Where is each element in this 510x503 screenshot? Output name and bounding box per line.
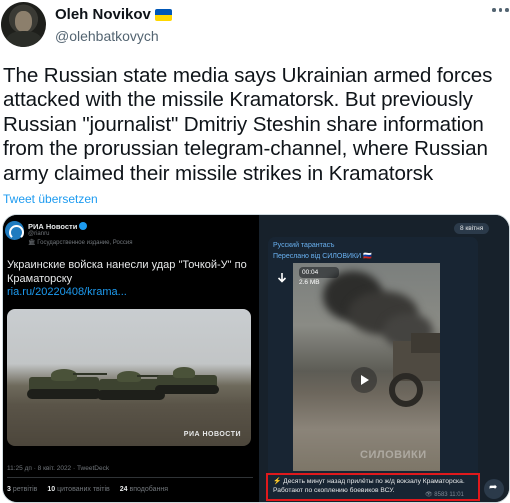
ria-tanks-photo: РИА НОВОСТИ xyxy=(7,309,251,446)
ukraine-flag-icon xyxy=(154,9,172,21)
tg-video-thumbnail: СИЛОВИКИ xyxy=(293,263,440,471)
ria-gov-label: 🏛 Государственное издание, Россия xyxy=(28,240,133,246)
avatar-face xyxy=(15,11,32,32)
share-icon xyxy=(484,479,504,499)
play-icon xyxy=(351,367,377,393)
avatar-body xyxy=(6,31,42,47)
tg-forwarded-from: Переслано від СИЛОВИКИ 🇷🇺 xyxy=(273,253,372,260)
tweet-media[interactable]: РИА Новости @rianru 🏛 Государственное из… xyxy=(2,214,510,503)
ria-stats: 3 ретвітів 10 цитованих твітів 24 вподоб… xyxy=(7,486,168,493)
ria-handle: @rianru xyxy=(28,231,50,237)
author-handle[interactable]: @olehbatkovych xyxy=(55,27,172,45)
download-icon xyxy=(277,273,287,283)
video-watermark: СИЛОВИКИ xyxy=(360,449,427,461)
ria-stat-likes: 24 вподобання xyxy=(119,486,169,493)
verified-badge-icon xyxy=(79,222,88,230)
ria-stat-quotes: 10 цитованих твітів xyxy=(47,486,110,493)
tg-video-time: 00:04 xyxy=(302,269,319,276)
ria-datetime: 11:25 дп · 8 квіт. 2022 · TweetDeck xyxy=(7,465,110,472)
ria-watermark: РИА НОВОСТИ xyxy=(183,431,241,438)
media-image-telegram-screenshot[interactable]: 8 квітня Русский тарантасъ Переслано від… xyxy=(259,215,509,502)
tg-channel-name: Русский тарантасъ xyxy=(273,242,335,249)
divider xyxy=(7,477,253,478)
translate-link[interactable]: Tweet übersetzen xyxy=(3,192,98,206)
ria-logo-icon xyxy=(5,221,24,240)
ria-stat-retweets: 3 ретвітів xyxy=(7,486,38,493)
author-block[interactable]: Oleh Novikov @olehbatkovych xyxy=(55,6,172,45)
more-options-icon[interactable] xyxy=(492,8,509,12)
tg-views: 👁 8583 xyxy=(425,492,448,498)
ria-link: ria.ru/20220408/krama... xyxy=(7,286,127,298)
tg-meta: 👁 8583 11:01 xyxy=(425,491,464,498)
tg-video-info: 00:04 xyxy=(299,267,339,278)
author-avatar[interactable] xyxy=(1,2,46,47)
author-name-row: Oleh Novikov xyxy=(55,6,172,24)
media-image-ria-screenshot[interactable]: РИА Новости @rianru 🏛 Государственное из… xyxy=(3,215,257,502)
tg-video-size: 2.6 MB xyxy=(299,279,320,286)
tg-time: 11:01 xyxy=(449,492,464,498)
ria-account-name: РИА Новости xyxy=(28,222,88,231)
author-name[interactable]: Oleh Novikov xyxy=(55,6,151,24)
ria-headline: Украинские войска нанесли удар "Точкой-У… xyxy=(7,259,247,285)
tweet-text: The Russian state media says Ukrainian a… xyxy=(3,64,493,185)
tg-date-badge: 8 квітня xyxy=(454,223,490,234)
